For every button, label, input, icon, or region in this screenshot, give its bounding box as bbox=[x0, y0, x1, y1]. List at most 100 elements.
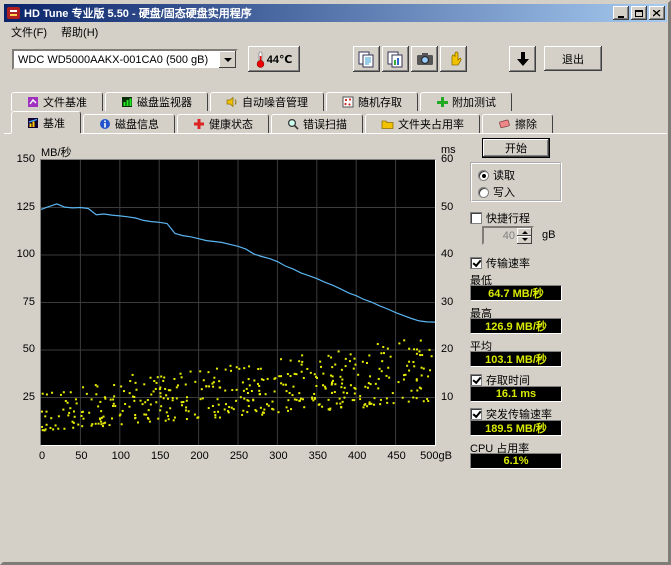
tab-label: 随机存取 bbox=[358, 94, 402, 110]
axis-tick-label: 20 bbox=[441, 343, 453, 355]
minimize-button[interactable] bbox=[613, 6, 629, 20]
checkbox-icon bbox=[470, 212, 482, 224]
health-cross-icon bbox=[193, 118, 205, 130]
tab-random-access[interactable]: 随机存取 bbox=[326, 92, 418, 111]
tab-aam[interactable]: 自动噪音管理 bbox=[210, 92, 324, 111]
dropdown-arrow-button[interactable] bbox=[219, 51, 236, 68]
spinner bbox=[517, 228, 532, 243]
temperature-value: 44℃ bbox=[267, 53, 293, 66]
chevron-down-icon bbox=[224, 58, 232, 66]
read-radio[interactable]: 读取 bbox=[478, 167, 515, 183]
extra-tests-icon bbox=[436, 96, 448, 108]
access-time-value: 16.1 ms bbox=[496, 388, 536, 400]
checkbox-icon bbox=[470, 408, 482, 420]
max-value-box: 126.9 MB/秒 bbox=[470, 318, 562, 334]
tab-label: 磁盘监视器 bbox=[137, 94, 192, 110]
axis-tick-label: 10 bbox=[441, 391, 453, 403]
folder-icon bbox=[381, 118, 394, 130]
titlebar: HD Tune 专业版 5.50 - 硬盘/固态硬盘实用程序 bbox=[4, 4, 667, 22]
hand-icon bbox=[446, 51, 462, 67]
window-controls bbox=[613, 6, 665, 20]
tab-label: 错误扫描 bbox=[303, 116, 347, 132]
short-stroke-label: 快捷行程 bbox=[486, 210, 530, 226]
tab-erase[interactable]: 擦除 bbox=[482, 114, 553, 133]
short-stroke-checkbox[interactable]: 快捷行程 bbox=[470, 210, 530, 226]
save-button[interactable] bbox=[509, 46, 536, 72]
write-radio[interactable]: 写入 bbox=[478, 184, 515, 200]
tab-disk-info[interactable]: 磁盘信息 bbox=[83, 114, 175, 133]
transfer-rate-checkbox[interactable]: 传输速率 bbox=[470, 255, 530, 271]
short-stroke-input[interactable]: 40 bbox=[482, 226, 534, 245]
start-button-label: 开始 bbox=[505, 140, 527, 156]
mode-groupbox: 读取 写入 bbox=[470, 162, 562, 202]
tab-health[interactable]: 健康状态 bbox=[177, 114, 269, 133]
close-button[interactable] bbox=[649, 6, 665, 20]
tab-error-scan[interactable]: 错误扫描 bbox=[271, 114, 363, 133]
checkbox-icon bbox=[470, 257, 482, 269]
thermometer-icon bbox=[256, 51, 265, 68]
axis-tick-label: 50 bbox=[62, 450, 100, 462]
axis-tick-label: 50 bbox=[4, 343, 35, 355]
cpu-usage-value: 6.1% bbox=[503, 455, 528, 467]
max-value: 126.9 MB/秒 bbox=[485, 318, 547, 334]
window-title: HD Tune 专业版 5.50 - 硬盘/固态硬盘实用程序 bbox=[24, 5, 613, 21]
axis-tick-label: 100 bbox=[4, 248, 35, 260]
burst-rate-value-box: 189.5 MB/秒 bbox=[470, 420, 562, 436]
tab-label: 磁盘信息 bbox=[115, 116, 159, 132]
access-time-value-box: 16.1 ms bbox=[470, 386, 562, 402]
tab-label: 擦除 bbox=[515, 116, 537, 132]
axis-tick-label: 500gB bbox=[417, 450, 455, 462]
tab-file-benchmark[interactable]: 文件基准 bbox=[11, 92, 103, 111]
toolbar: WDC WD5000AAKX-001CA0 (500 gB) 44℃ 退出 bbox=[4, 41, 667, 77]
start-button[interactable]: 开始 bbox=[482, 138, 550, 158]
axis-tick-label: 400 bbox=[338, 450, 376, 462]
tab-extra-tests[interactable]: 附加测试 bbox=[420, 92, 512, 111]
axis-tick-label: 100 bbox=[102, 450, 140, 462]
burst-rate-value: 189.5 MB/秒 bbox=[485, 420, 547, 436]
radio-icon bbox=[478, 170, 489, 181]
tab-benchmark[interactable]: 基准 bbox=[11, 111, 81, 133]
write-radio-label: 写入 bbox=[493, 184, 515, 200]
access-time-dots bbox=[41, 339, 433, 431]
copy-image-button[interactable] bbox=[382, 46, 409, 72]
menu-file[interactable]: 文件(F) bbox=[4, 22, 54, 42]
tab-row-top: 文件基准 磁盘监视器 自动噪音管理 随机存取 附加测试 bbox=[4, 89, 667, 111]
avg-value: 103.1 MB/秒 bbox=[485, 351, 547, 367]
min-value: 64.7 MB/秒 bbox=[488, 285, 544, 301]
app-icon bbox=[7, 6, 21, 20]
app-window: HD Tune 专业版 5.50 - 硬盘/固态硬盘实用程序 文件(F) 帮助(… bbox=[0, 0, 671, 565]
spin-down-button[interactable] bbox=[517, 236, 532, 244]
drive-selector[interactable]: WDC WD5000AAKX-001CA0 (500 gB) bbox=[12, 49, 238, 70]
download-arrow-icon bbox=[516, 51, 530, 67]
cpu-usage-value-box: 6.1% bbox=[470, 453, 562, 469]
file-benchmark-icon bbox=[27, 96, 39, 108]
copy-text-icon bbox=[358, 51, 375, 68]
close-icon bbox=[653, 10, 661, 17]
tab-folder-usage[interactable]: 文件夹占用率 bbox=[365, 114, 480, 133]
short-stroke-unit: gB bbox=[542, 229, 555, 241]
menu-help[interactable]: 帮助(H) bbox=[54, 22, 105, 42]
short-stroke-value: 40 bbox=[484, 230, 517, 242]
copy-text-button[interactable] bbox=[353, 46, 380, 72]
pointer-tool-button[interactable] bbox=[440, 46, 467, 72]
radio-icon bbox=[478, 187, 489, 198]
camera-icon bbox=[416, 51, 434, 67]
temperature-indicator[interactable]: 44℃ bbox=[248, 46, 300, 72]
drive-selector-value: WDC WD5000AAKX-001CA0 (500 gB) bbox=[14, 54, 219, 66]
exit-button[interactable]: 退出 bbox=[544, 46, 602, 71]
axis-tick-label: 75 bbox=[4, 296, 35, 308]
tab-label: 基准 bbox=[43, 115, 65, 131]
axis-tick-label: 200 bbox=[181, 450, 219, 462]
tab-label: 文件基准 bbox=[43, 94, 87, 110]
benchmark-chart: MB/秒 ms 15012510075502560504030201005010… bbox=[4, 134, 464, 464]
tab-label: 文件夹占用率 bbox=[398, 116, 464, 132]
axis-tick-label: 250 bbox=[220, 450, 258, 462]
tab-label: 附加测试 bbox=[452, 94, 496, 110]
screenshot-button[interactable] bbox=[411, 46, 438, 72]
tab-disk-monitor[interactable]: 磁盘监视器 bbox=[105, 92, 208, 111]
chevron-up-icon bbox=[522, 228, 528, 234]
main-panel: MB/秒 ms 15012510075502560504030201005010… bbox=[4, 133, 667, 561]
maximize-button[interactable] bbox=[631, 6, 647, 20]
spin-up-button[interactable] bbox=[517, 228, 532, 236]
info-icon bbox=[99, 118, 111, 130]
